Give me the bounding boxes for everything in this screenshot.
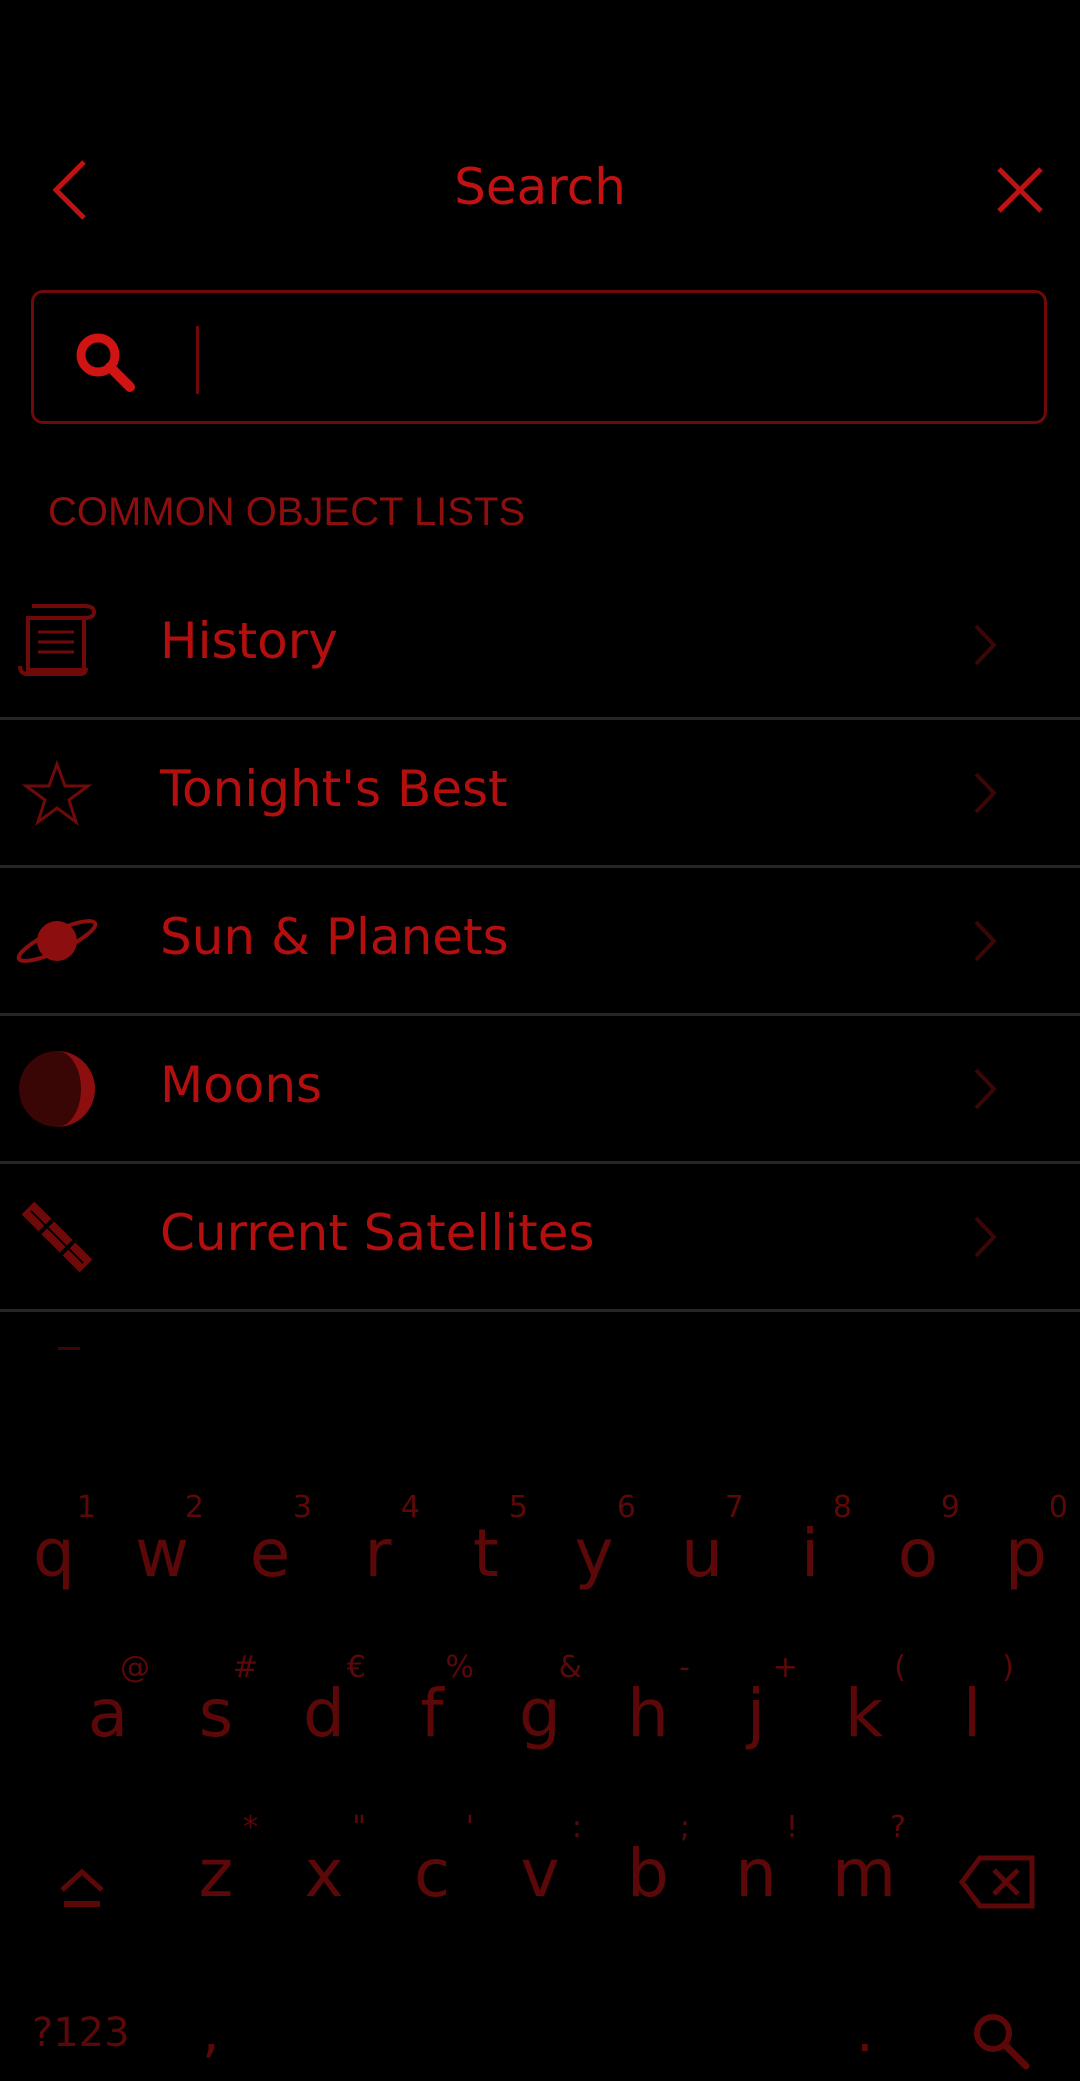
- key-r[interactable]: 4r: [324, 1460, 432, 1610]
- key-letter: u: [681, 1515, 723, 1592]
- key-letter: x: [304, 1835, 344, 1912]
- key-h[interactable]: -h: [594, 1620, 702, 1770]
- shift-icon: [60, 1868, 104, 1907]
- scroll-icon: [18, 604, 97, 676]
- list-item-history[interactable]: History: [0, 572, 1080, 720]
- period-key[interactable]: .: [856, 2000, 874, 2065]
- key-w[interactable]: 2w: [108, 1460, 216, 1610]
- search-key[interactable]: [968, 2008, 1032, 2072]
- planet-icon: [16, 919, 98, 963]
- backspace-icon: [958, 1855, 1035, 1909]
- key-letter: n: [735, 1835, 777, 1912]
- search-icon: [974, 2014, 1030, 2070]
- symbols-key[interactable]: ?123: [32, 2010, 130, 2056]
- key-l[interactable]: ) l: [918, 1620, 1026, 1770]
- key-g[interactable]: & g: [486, 1620, 594, 1770]
- key-letter: j: [746, 1675, 766, 1752]
- list-item-current-satellites[interactable]: Current Satellites: [0, 1164, 1080, 1312]
- section-title: COMMON OBJECT LISTS: [48, 490, 526, 534]
- search-icon: [76, 333, 135, 392]
- key-x[interactable]: " x: [270, 1780, 378, 1930]
- key-letter: o: [897, 1515, 939, 1592]
- list-item-moons[interactable]: Moons: [0, 1016, 1080, 1164]
- key-letter: c: [413, 1835, 451, 1912]
- key-letter: w: [135, 1515, 189, 1592]
- moon-icon: [19, 1051, 95, 1127]
- key-s[interactable]: # s: [162, 1620, 270, 1770]
- key-p[interactable]: 0p: [972, 1460, 1080, 1610]
- key-o[interactable]: 9o: [864, 1460, 972, 1610]
- page-title: Search: [454, 158, 626, 216]
- chevron-right-icon: [974, 1216, 997, 1258]
- key-z[interactable]: * z: [162, 1780, 270, 1930]
- key-letter: e: [249, 1515, 291, 1592]
- key-v[interactable]: :v: [486, 1780, 594, 1930]
- key-letter: z: [198, 1835, 234, 1912]
- shift-key[interactable]: [50, 1860, 114, 1920]
- list-item-label: Tonight's Best: [160, 760, 508, 818]
- key-letter: d: [303, 1675, 345, 1752]
- chevron-right-icon: [974, 772, 997, 814]
- chevron-right-icon: [974, 920, 997, 962]
- search-box[interactable]: [31, 290, 1047, 424]
- key-letter: s: [198, 1675, 234, 1752]
- backspace-key[interactable]: [958, 1848, 1038, 1918]
- key-q[interactable]: 1q: [0, 1460, 108, 1610]
- key-letter: r: [364, 1515, 392, 1592]
- list-item-label: History: [160, 612, 338, 670]
- chevron-right-icon: [974, 624, 997, 666]
- key-letter: k: [844, 1675, 884, 1752]
- key-u[interactable]: 7u: [648, 1460, 756, 1610]
- key-letter: q: [33, 1515, 75, 1592]
- key-a[interactable]: @ a: [54, 1620, 162, 1770]
- text-cursor: [196, 326, 199, 394]
- key-letter: g: [519, 1675, 561, 1752]
- satellite-icon: [21, 1201, 93, 1273]
- key-n[interactable]: ! n: [702, 1780, 810, 1930]
- key-letter: y: [574, 1515, 614, 1592]
- comma-key[interactable]: ,: [202, 2000, 220, 2065]
- key-letter: l: [962, 1675, 982, 1752]
- key-letter: v: [520, 1835, 560, 1912]
- chevron-right-icon: [974, 1068, 997, 1110]
- key-m[interactable]: ? m: [810, 1780, 918, 1930]
- list-item-label: Sun & Planets: [160, 908, 509, 966]
- close-button[interactable]: [980, 150, 1060, 230]
- key-y[interactable]: 6y: [540, 1460, 648, 1610]
- key-t[interactable]: 5t: [432, 1460, 540, 1610]
- key-d[interactable]: € d: [270, 1620, 378, 1770]
- header: Search: [0, 130, 1080, 250]
- key-i[interactable]: 8i: [756, 1460, 864, 1610]
- search-screen: Search COMMON OBJECT LISTS History Tonig…: [0, 0, 1080, 2081]
- key-f[interactable]: % f: [378, 1620, 486, 1770]
- star-icon: [21, 759, 93, 826]
- list-item-sun-planets[interactable]: Sun & Planets: [0, 868, 1080, 1016]
- key-k[interactable]: (k: [810, 1620, 918, 1770]
- key-letter: m: [831, 1835, 897, 1912]
- key-letter: f: [420, 1675, 444, 1752]
- key-j[interactable]: + j: [702, 1620, 810, 1770]
- list-item-label: Moons: [160, 1056, 323, 1114]
- key-e[interactable]: 3e: [216, 1460, 324, 1610]
- key-letter: b: [627, 1835, 669, 1912]
- on-screen-keyboard: 1q2w3e4r5t6y7u8i9o0p @ a # s € d% f & g - h + j(k) l …: [0, 1460, 1080, 2081]
- key-letter: h: [627, 1675, 669, 1752]
- list-item-tonights-best[interactable]: Tonight's Best: [0, 720, 1080, 868]
- list-item-label: Current Satellites: [160, 1204, 595, 1262]
- key-letter: i: [800, 1515, 820, 1592]
- key-letter: p: [1005, 1515, 1047, 1592]
- search-input[interactable]: [209, 313, 1013, 407]
- key-letter: a: [87, 1675, 129, 1752]
- key-letter: t: [473, 1515, 499, 1592]
- close-icon: [997, 167, 1043, 213]
- object-list: History Tonight's Best Sun & Planets Moo…: [0, 572, 1080, 1312]
- key-b[interactable]: ; b: [594, 1780, 702, 1930]
- key-c[interactable]: ' c: [378, 1780, 486, 1930]
- list-overflow-peek: [58, 1347, 80, 1350]
